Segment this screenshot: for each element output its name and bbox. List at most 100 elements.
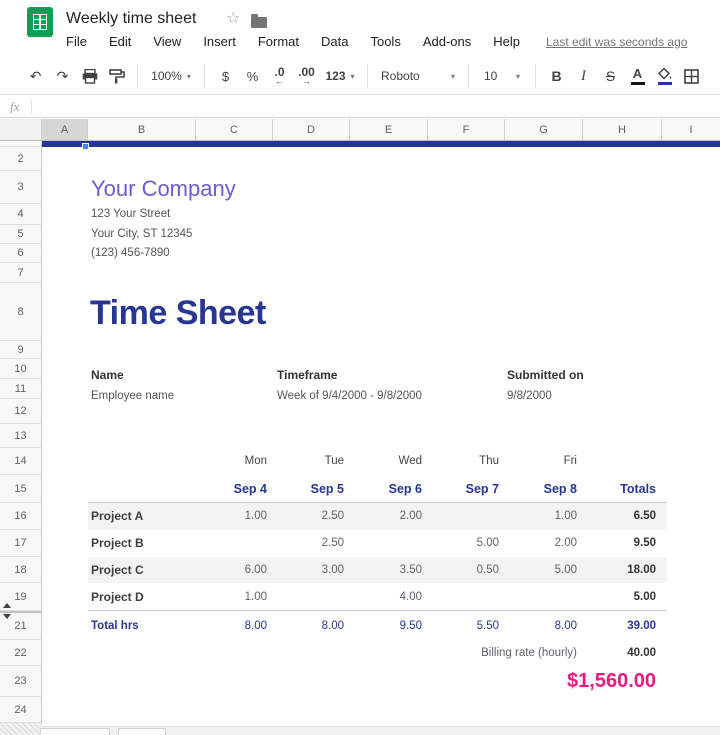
strikethrough-button[interactable]: S (597, 63, 624, 89)
project-d-total[interactable]: 5.00 (583, 583, 656, 611)
project-a-tue[interactable]: 2.50 (273, 503, 344, 530)
date-header-sep6[interactable]: Sep 6 (350, 475, 422, 503)
menu-tools[interactable]: Tools (370, 34, 400, 49)
company-phone-cell[interactable]: (123) 456-7890 (91, 244, 170, 263)
total-hrs-tue[interactable]: 8.00 (273, 613, 344, 640)
redo-icon[interactable]: ↷ (49, 63, 76, 89)
company-name-cell[interactable]: Your Company (91, 174, 236, 204)
company-address1-cell[interactable]: 123 Your Street (91, 205, 170, 224)
format-percent-button[interactable]: % (239, 63, 266, 89)
company-address2-cell[interactable]: Your City, ST 12345 (91, 225, 192, 244)
column-header-e[interactable]: E (350, 119, 428, 140)
row-header-9[interactable]: 9 (0, 341, 41, 359)
zoom-select[interactable]: 100%▾ (145, 63, 197, 89)
date-header-sep4[interactable]: Sep 4 (196, 475, 267, 503)
row-header-5[interactable]: 5 (0, 225, 41, 244)
italic-button[interactable]: I (570, 63, 597, 89)
row-header-10[interactable]: 10 (0, 359, 41, 379)
day-header-thu[interactable]: Thu (428, 448, 499, 475)
project-c-fri[interactable]: 5.00 (505, 557, 577, 583)
project-c-tue[interactable]: 3.00 (273, 557, 344, 583)
sheet-tab[interactable] (40, 728, 110, 735)
name-label[interactable]: Name (91, 365, 124, 385)
increase-decimal-button[interactable]: .00→ (293, 63, 320, 89)
menu-view[interactable]: View (153, 34, 181, 49)
day-header-wed[interactable]: Wed (350, 448, 422, 475)
project-a-fri[interactable]: 1.00 (505, 503, 577, 530)
print-icon[interactable] (76, 63, 103, 89)
project-b-tue[interactable]: 2.50 (273, 530, 344, 557)
totals-header[interactable]: Totals (583, 475, 656, 503)
borders-button[interactable] (678, 63, 705, 89)
billing-rate-value[interactable]: 40.00 (583, 640, 656, 666)
project-c-thu[interactable]: 0.50 (428, 557, 499, 583)
project-b-thu[interactable]: 5.00 (428, 530, 499, 557)
menu-data[interactable]: Data (321, 34, 348, 49)
day-header-mon[interactable]: Mon (196, 448, 267, 475)
project-b-fri[interactable]: 2.00 (505, 530, 577, 557)
font-size-select[interactable]: 10▾ (476, 63, 528, 89)
project-d-wed[interactable]: 4.00 (350, 583, 422, 611)
project-b-label[interactable]: Project B (91, 530, 193, 557)
menu-insert[interactable]: Insert (203, 34, 236, 49)
total-hrs-label[interactable]: Total hrs (91, 613, 193, 640)
last-edit-link[interactable]: Last edit was seconds ago (546, 35, 687, 49)
more-formats-button[interactable]: 123▾ (320, 63, 360, 89)
total-hrs-thu[interactable]: 5.50 (428, 613, 499, 640)
employee-name-value[interactable]: Employee name (91, 386, 174, 406)
column-header-b[interactable]: B (88, 119, 196, 140)
column-header-i[interactable]: I (662, 119, 720, 140)
menu-file[interactable]: File (66, 34, 87, 49)
row-header-18[interactable]: 18 (0, 557, 41, 583)
timeframe-value[interactable]: Week of 9/4/2000 - 9/8/2000 (277, 386, 422, 406)
submitted-on-label[interactable]: Submitted on (507, 365, 584, 385)
row-header-23[interactable]: 23 (0, 666, 41, 697)
menu-edit[interactable]: Edit (109, 34, 131, 49)
document-title[interactable]: Weekly time sheet (66, 10, 196, 28)
folder-icon[interactable] (251, 17, 267, 28)
format-currency-button[interactable]: $ (212, 63, 239, 89)
row-header-4[interactable]: 4 (0, 204, 41, 225)
day-header-tue[interactable]: Tue (273, 448, 344, 475)
select-all-corner[interactable] (0, 119, 42, 140)
bold-button[interactable]: B (543, 63, 570, 89)
total-hrs-mon[interactable]: 8.00 (196, 613, 267, 640)
column-header-g[interactable]: G (505, 119, 583, 140)
row-header-24[interactable]: 24 (0, 697, 41, 723)
date-header-sep5[interactable]: Sep 5 (273, 475, 344, 503)
sheet-tab[interactable] (118, 728, 166, 735)
time-sheet-title[interactable]: Time Sheet (90, 292, 266, 334)
row-header-14[interactable]: 14 (0, 448, 41, 475)
sheets-logo-icon[interactable] (27, 7, 53, 37)
project-a-total[interactable]: 6.50 (583, 503, 656, 530)
project-b-total[interactable]: 9.50 (583, 530, 656, 557)
row-header-22[interactable]: 22 (0, 640, 41, 666)
row-header-11[interactable]: 11 (0, 379, 41, 399)
unhide-row-down-arrow-icon[interactable] (3, 614, 11, 619)
row-header-2[interactable]: 2 (0, 147, 41, 171)
total-hrs-total[interactable]: 39.00 (583, 613, 656, 640)
text-color-button[interactable]: A (624, 63, 651, 89)
paint-format-icon[interactable] (103, 63, 130, 89)
submitted-on-value[interactable]: 9/8/2000 (507, 386, 552, 406)
project-a-wed[interactable]: 2.00 (350, 503, 422, 530)
day-header-fri[interactable]: Fri (505, 448, 577, 475)
project-c-mon[interactable]: 6.00 (196, 557, 267, 583)
billing-rate-label[interactable]: Billing rate (hourly) (400, 640, 577, 666)
decrease-decimal-button[interactable]: .0← (266, 63, 293, 89)
fill-color-button[interactable] (651, 63, 678, 89)
column-header-a[interactable]: A (42, 119, 88, 140)
header-color-band[interactable] (42, 141, 720, 147)
column-header-c[interactable]: C (196, 119, 273, 140)
row-header-7[interactable]: 7 (0, 263, 41, 283)
column-header-d[interactable]: D (273, 119, 350, 140)
date-header-sep7[interactable]: Sep 7 (428, 475, 499, 503)
menu-help[interactable]: Help (493, 34, 520, 49)
undo-icon[interactable]: ↶ (22, 63, 49, 89)
row-header-6[interactable]: 6 (0, 244, 41, 263)
project-a-label[interactable]: Project A (91, 503, 193, 530)
menu-addons[interactable]: Add-ons (423, 34, 471, 49)
row-header-13[interactable]: 13 (0, 424, 41, 448)
project-c-label[interactable]: Project C (91, 557, 193, 583)
total-hrs-wed[interactable]: 9.50 (350, 613, 422, 640)
